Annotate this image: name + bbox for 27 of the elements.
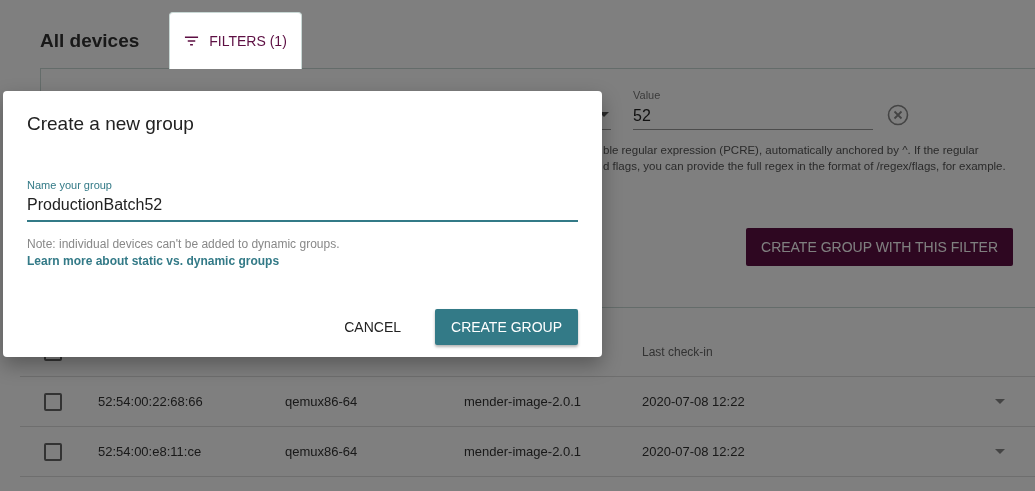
row-checkbox[interactable]: [44, 442, 62, 461]
column-header[interactable]: Last check-in: [642, 345, 995, 359]
filter-icon: [184, 35, 200, 47]
table-cell-text: qemux86-64: [285, 444, 359, 459]
help-text: d flags, you can provide the full regex in the format of /regex/flags, for example.: [603, 160, 1007, 172]
table-cell-text: mender-image-2.0.1: [464, 444, 583, 459]
help-text: ble regular expression (PCRE), automatically anchored by ^. If the regular: [603, 144, 980, 156]
expand-caret-icon[interactable]: [995, 399, 1005, 404]
learn-more-link[interactable]: Learn more about static vs. dynamic groups: [27, 254, 280, 268]
cancel-button[interactable]: CANCEL: [328, 309, 417, 345]
note-text: Note: individual devices can't be added to dynamic groups. Learn more about static vs. dynamic groups: [27, 236, 341, 270]
field-label: Value: [633, 89, 662, 101]
create-group-button[interactable]: CREATE GROUP: [435, 309, 578, 345]
row-checkbox[interactable]: [44, 392, 62, 411]
table-cell-text: 52:54:00:22:68:66: [98, 394, 204, 409]
table-cell-text: 2020-07-08 12:22: [642, 444, 746, 459]
expand-caret-icon[interactable]: [995, 449, 1005, 454]
clear-icon[interactable]: [887, 104, 909, 126]
filters-tab[interactable]: FILTERS (1): [169, 12, 302, 69]
table-cell-text: mender-image-2.0.1: [464, 394, 583, 409]
page-title: All devices: [40, 30, 140, 52]
dialog-title: Create a new group: [27, 113, 195, 135]
create-group-with-filter-button[interactable]: CREATE GROUP WITH THIS FILTER: [746, 228, 1013, 266]
table-cell-text: 2020-07-08 12:22: [642, 394, 746, 409]
table-cell-text: qemux86-64: [285, 394, 359, 409]
table-cell-text: 52:54:00:e8:11:ce: [98, 444, 203, 459]
field-label: Name your group: [27, 179, 113, 191]
